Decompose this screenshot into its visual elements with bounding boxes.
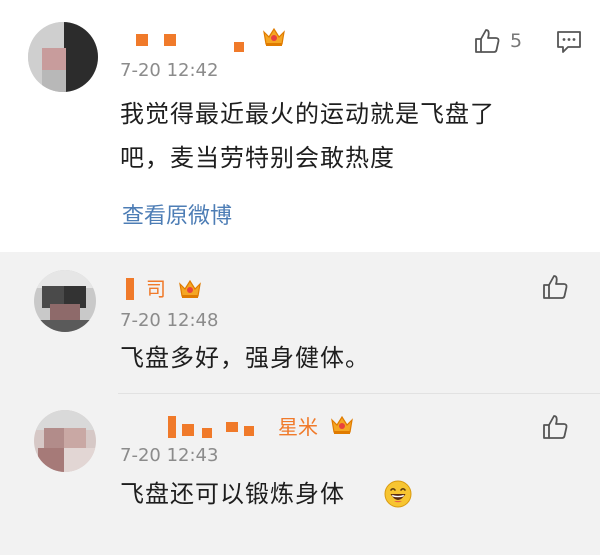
crown-icon bbox=[331, 415, 353, 434]
avatar[interactable] bbox=[28, 22, 98, 92]
thumbs-up-icon[interactable] bbox=[542, 274, 568, 300]
reply-time: 7-20 12:48 bbox=[120, 310, 219, 331]
crown-icon bbox=[179, 279, 201, 298]
thumbs-up-icon[interactable] bbox=[542, 414, 568, 440]
username[interactable]: 司 bbox=[120, 278, 176, 300]
reply-text: 飞盘多好，强身健体。 bbox=[120, 344, 370, 372]
comment-text: 我觉得最近最火的运动就是飞盘了 吧，麦当劳特别会敢热度 bbox=[120, 92, 590, 180]
username-text: 司 bbox=[146, 277, 166, 301]
username[interactable]: 星米 bbox=[168, 416, 324, 438]
username-text: 星米 bbox=[278, 415, 318, 439]
reply-list: 司 7-20 12:48 飞盘多好，强身健体。 星米 7-20 12:43 飞盘… bbox=[0, 252, 600, 555]
reply-text: 飞盘还可以锻炼身体 bbox=[120, 480, 345, 508]
comment-time: 7-20 12:42 bbox=[120, 60, 219, 81]
thumbs-up-icon[interactable] bbox=[474, 28, 500, 54]
main-comment: 7-20 12:42 5 我觉得最近最火的运动就是飞盘了 吧，麦当劳特别会敢热度… bbox=[0, 0, 600, 252]
like-count: 5 bbox=[510, 30, 523, 52]
comment-text-line: 我觉得最近最火的运动就是飞盘了 bbox=[120, 100, 495, 128]
avatar[interactable] bbox=[34, 270, 96, 332]
reply-time: 7-20 12:43 bbox=[120, 445, 219, 466]
username[interactable] bbox=[136, 30, 246, 52]
comment-icon[interactable] bbox=[556, 30, 582, 54]
crown-icon bbox=[263, 27, 285, 46]
divider bbox=[118, 393, 600, 394]
comment-text-line: 吧，麦当劳特别会敢热度 bbox=[120, 144, 395, 172]
avatar[interactable] bbox=[34, 410, 96, 472]
grinning-face-icon bbox=[384, 480, 412, 508]
view-original-link[interactable]: 查看原微博 bbox=[122, 198, 232, 230]
